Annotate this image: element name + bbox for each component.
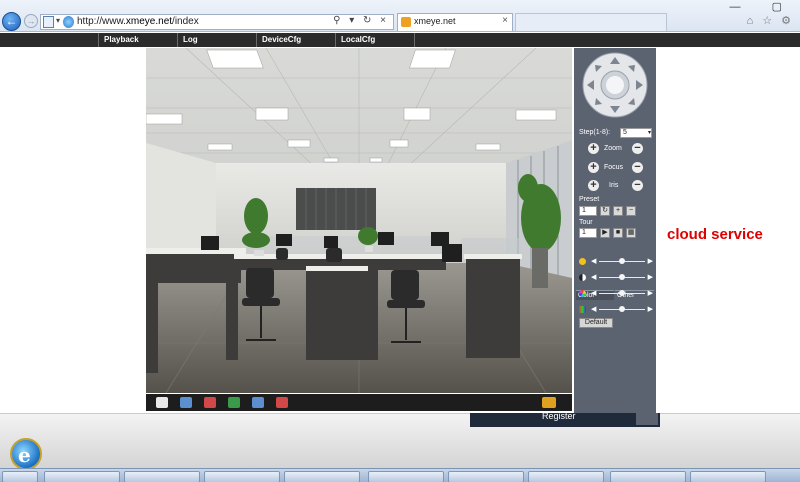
nav-localcfg[interactable]: LocalCfg bbox=[335, 33, 415, 47]
tab-xmeye[interactable]: xmeye.net × bbox=[397, 13, 513, 31]
nav-log[interactable]: Log bbox=[177, 33, 255, 47]
nav-playback[interactable]: Playback bbox=[98, 33, 176, 47]
volume-mute-icon[interactable] bbox=[542, 397, 556, 408]
resize-grip-icon[interactable] bbox=[636, 413, 658, 425]
cloud-service-link[interactable]: cloud service bbox=[667, 226, 763, 243]
slider-increase-icon[interactable]: ▶ bbox=[648, 257, 653, 265]
zoom-in-button[interactable]: + bbox=[588, 143, 599, 154]
slider-decrease-icon[interactable]: ◀ bbox=[591, 289, 596, 297]
tour-grid-icon[interactable]: ▦ bbox=[626, 228, 636, 238]
register-button[interactable]: Register bbox=[542, 411, 576, 421]
hue-icon bbox=[579, 306, 586, 313]
slider-increase-icon[interactable]: ▶ bbox=[648, 305, 653, 313]
slider-track[interactable] bbox=[599, 290, 645, 296]
preset-label: Preset bbox=[579, 196, 600, 203]
taskbar-item[interactable] bbox=[690, 471, 766, 482]
taskbar-item[interactable] bbox=[528, 471, 604, 482]
slider-thumb[interactable] bbox=[619, 258, 625, 264]
slider-thumb[interactable] bbox=[619, 290, 625, 296]
preset-goto-icon[interactable]: ↻ bbox=[600, 206, 610, 216]
compatibility-view-icon[interactable] bbox=[43, 16, 54, 28]
saturation-icon bbox=[579, 290, 586, 297]
focus-label: Focus bbox=[604, 164, 624, 171]
slider-track[interactable] bbox=[599, 258, 645, 264]
slider-decrease-icon[interactable]: ◀ bbox=[591, 273, 596, 281]
slider-track[interactable] bbox=[599, 306, 645, 312]
slider-decrease-icon[interactable]: ◀ bbox=[591, 257, 596, 265]
hue-slider[interactable]: ◀ ▶ bbox=[579, 305, 653, 315]
ptz-direction-pad[interactable] bbox=[582, 52, 648, 118]
taskbar bbox=[0, 468, 800, 482]
browser-chrome: ← → ▾ http://www.xmeye.net/index ⚲ ▾ ↻ ×… bbox=[0, 0, 800, 32]
address-actions[interactable]: ⚲ ▾ ↻ × bbox=[333, 15, 389, 26]
address-bar[interactable]: ▾ http://www.xmeye.net/index ⚲ ▾ ↻ × bbox=[40, 14, 394, 30]
slider-decrease-icon[interactable]: ◀ bbox=[591, 305, 596, 313]
tour-label: Tour bbox=[579, 219, 593, 226]
focus-near-button[interactable]: + bbox=[588, 162, 599, 173]
window-controls[interactable]: — ▢ bbox=[730, 0, 796, 13]
back-button[interactable]: ← bbox=[2, 12, 21, 31]
slider-thumb[interactable] bbox=[619, 274, 625, 280]
forward-button[interactable]: → bbox=[24, 14, 38, 28]
taskbar-item[interactable] bbox=[448, 471, 524, 482]
snapshot-icon[interactable] bbox=[228, 397, 240, 408]
iris-close-button[interactable]: − bbox=[632, 180, 643, 191]
ie-logo-glyph: e bbox=[18, 443, 31, 467]
taskbar-item[interactable] bbox=[284, 471, 360, 482]
preset-remove-icon[interactable]: − bbox=[626, 206, 636, 216]
talk-stop-icon[interactable] bbox=[276, 397, 288, 408]
brightness-icon bbox=[579, 258, 586, 265]
tour-input[interactable]: 1 bbox=[579, 228, 597, 238]
ptz-control-panel: Step(1-8): 5 ▾ + Zoom − + Focus − + Iris … bbox=[574, 48, 656, 413]
taskbar-item[interactable] bbox=[44, 471, 120, 482]
zoom-out-button[interactable]: − bbox=[632, 143, 643, 154]
record-stop-icon[interactable] bbox=[204, 397, 216, 408]
contrast-icon bbox=[579, 274, 586, 281]
focus-far-button[interactable]: − bbox=[632, 162, 643, 173]
tab-favicon-icon bbox=[401, 17, 411, 27]
zoom-label: Zoom bbox=[604, 145, 622, 152]
tab-close-icon[interactable]: × bbox=[502, 15, 508, 26]
talk-start-icon[interactable] bbox=[252, 397, 264, 408]
default-button[interactable]: Default bbox=[579, 318, 613, 328]
slider-increase-icon[interactable]: ▶ bbox=[648, 289, 653, 297]
step-select[interactable]: 5 ▾ bbox=[620, 128, 652, 138]
taskbar-item[interactable] bbox=[610, 471, 686, 482]
start-button[interactable] bbox=[2, 471, 38, 482]
browser-toolbar-icons[interactable]: ⌂ ☆ ⚙ bbox=[747, 14, 794, 27]
contrast-slider[interactable]: ◀ ▶ bbox=[579, 273, 653, 283]
iris-open-button[interactable]: + bbox=[588, 180, 599, 191]
taskbar-item[interactable] bbox=[124, 471, 200, 482]
preset-add-icon[interactable]: + bbox=[613, 206, 623, 216]
iris-label: Iris bbox=[609, 182, 619, 189]
record-start-icon[interactable] bbox=[180, 397, 192, 408]
register-bar: Register bbox=[470, 411, 660, 427]
tab-title: xmeye.net bbox=[414, 16, 456, 26]
taskbar-item[interactable] bbox=[368, 471, 444, 482]
slider-thumb[interactable] bbox=[619, 306, 625, 312]
new-tab[interactable] bbox=[515, 13, 667, 31]
video-toolbar bbox=[146, 394, 572, 411]
desktop-background bbox=[0, 413, 800, 468]
tour-play-icon[interactable]: ▶ bbox=[600, 228, 610, 238]
chevron-down-icon: ▾ bbox=[647, 130, 651, 136]
nav-devicecfg[interactable]: DeviceCfg bbox=[256, 33, 335, 47]
site-favicon-icon bbox=[63, 16, 74, 28]
saturation-slider[interactable]: ◀ ▶ bbox=[579, 289, 653, 299]
office-scene-image bbox=[146, 48, 572, 393]
fullscreen-icon[interactable] bbox=[156, 397, 168, 408]
slider-track[interactable] bbox=[599, 274, 645, 280]
address-url[interactable]: http://www.xmeye.net/index bbox=[77, 16, 199, 27]
slider-increase-icon[interactable]: ▶ bbox=[648, 273, 653, 281]
taskbar-item[interactable] bbox=[204, 471, 280, 482]
preset-input[interactable]: 1 bbox=[579, 206, 597, 216]
step-label: Step(1-8): bbox=[579, 129, 611, 136]
step-value: 5 bbox=[623, 129, 627, 136]
tour-stop-icon[interactable]: ■ bbox=[613, 228, 623, 238]
camera-video-feed[interactable] bbox=[146, 48, 572, 393]
internet-explorer-icon[interactable]: e bbox=[10, 438, 42, 470]
chevron-down-icon[interactable]: ▾ bbox=[56, 16, 60, 25]
main-nav: Playback Log DeviceCfg LocalCfg bbox=[0, 33, 800, 47]
brightness-slider[interactable]: ◀ ▶ bbox=[579, 257, 653, 267]
